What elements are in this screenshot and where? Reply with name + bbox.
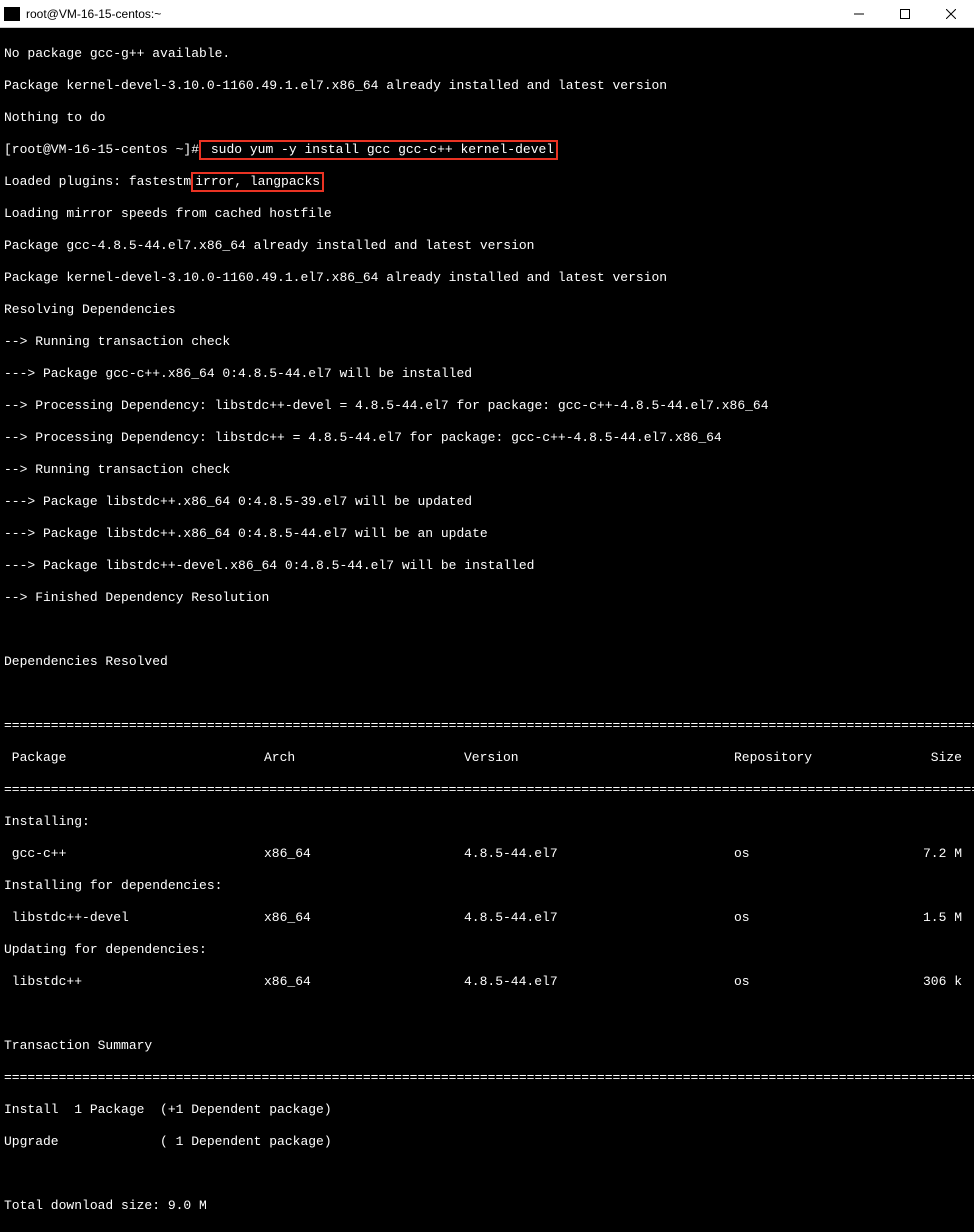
blank-line — [4, 686, 970, 702]
section-header: Installing: — [4, 814, 970, 830]
output-line: Package gcc-4.8.5-44.el7.x86_64 already … — [4, 238, 970, 254]
col-version-header: Version — [464, 750, 734, 766]
highlighted-command: sudo yum -y install gcc gcc-c++ kernel-d… — [199, 140, 558, 160]
output-line: Total download size: 9.0 M — [4, 1198, 970, 1214]
prompt-line: [root@VM-16-15-centos ~]# sudo yum -y in… — [4, 142, 970, 158]
table-row: gcc-c++x86_644.8.5-44.el7os7.2 M — [4, 846, 970, 862]
maximize-icon — [900, 9, 910, 19]
output-line: --> Running transaction check — [4, 334, 970, 350]
section-header: Updating for dependencies: — [4, 942, 970, 958]
section-header: Installing for dependencies: — [4, 878, 970, 894]
col-package-header: Package — [4, 750, 264, 766]
blank-line — [4, 1006, 970, 1022]
output-line: Loading mirror speeds from cached hostfi… — [4, 206, 970, 222]
output-line: Transaction Summary — [4, 1038, 970, 1054]
close-icon — [946, 9, 956, 19]
output-line: ---> Package libstdc++.x86_64 0:4.8.5-44… — [4, 526, 970, 542]
output-line: ---> Package libstdc++.x86_64 0:4.8.5-39… — [4, 494, 970, 510]
table-row: libstdc++-develx86_644.8.5-44.el7os1.5 M — [4, 910, 970, 926]
close-button[interactable] — [928, 0, 974, 28]
output-line: Package kernel-devel-3.10.0-1160.49.1.el… — [4, 270, 970, 286]
col-size-header: Size — [894, 750, 970, 766]
minimize-button[interactable] — [836, 0, 882, 28]
output-line: ---> Package gcc-c++.x86_64 0:4.8.5-44.e… — [4, 366, 970, 382]
output-line: --> Processing Dependency: libstdc++-dev… — [4, 398, 970, 414]
output-line: Package kernel-devel-3.10.0-1160.49.1.el… — [4, 78, 970, 94]
col-arch-header: Arch — [264, 750, 464, 766]
divider: ========================================… — [4, 782, 970, 798]
minimize-icon — [854, 9, 864, 19]
col-repo-header: Repository — [734, 750, 894, 766]
output-line: --> Running transaction check — [4, 462, 970, 478]
output-line: Dependencies Resolved — [4, 654, 970, 670]
highlighted-overlap: irror, langpacks — [191, 172, 324, 192]
terminal-output[interactable]: No package gcc-g++ available. Package ke… — [0, 28, 974, 1232]
shell-prompt: [root@VM-16-15-centos ~]# — [4, 142, 199, 157]
window-controls — [836, 0, 974, 28]
titlebar-left: root@VM-16-15-centos:~ — [0, 7, 161, 21]
window-titlebar: root@VM-16-15-centos:~ — [0, 0, 974, 28]
blank-line — [4, 1166, 970, 1182]
terminal-icon — [4, 7, 20, 21]
output-line: Loaded plugins: fastestmirror, langpacks — [4, 174, 970, 190]
table-header-row: PackageArchVersionRepositorySize — [4, 750, 970, 766]
window-title: root@VM-16-15-centos:~ — [26, 7, 161, 21]
output-line: No package gcc-g++ available. — [4, 46, 970, 62]
output-line: --> Finished Dependency Resolution — [4, 590, 970, 606]
output-line: Resolving Dependencies — [4, 302, 970, 318]
output-line: Nothing to do — [4, 110, 970, 126]
divider: ========================================… — [4, 1070, 970, 1086]
output-line: --> Processing Dependency: libstdc++ = 4… — [4, 430, 970, 446]
table-row: libstdc++x86_644.8.5-44.el7os306 k — [4, 974, 970, 990]
maximize-button[interactable] — [882, 0, 928, 28]
output-line: Install 1 Package (+1 Dependent package) — [4, 1102, 970, 1118]
divider: ========================================… — [4, 718, 970, 734]
output-line: ---> Package libstdc++-devel.x86_64 0:4.… — [4, 558, 970, 574]
output-line: Upgrade ( 1 Dependent package) — [4, 1134, 970, 1150]
blank-line — [4, 622, 970, 638]
